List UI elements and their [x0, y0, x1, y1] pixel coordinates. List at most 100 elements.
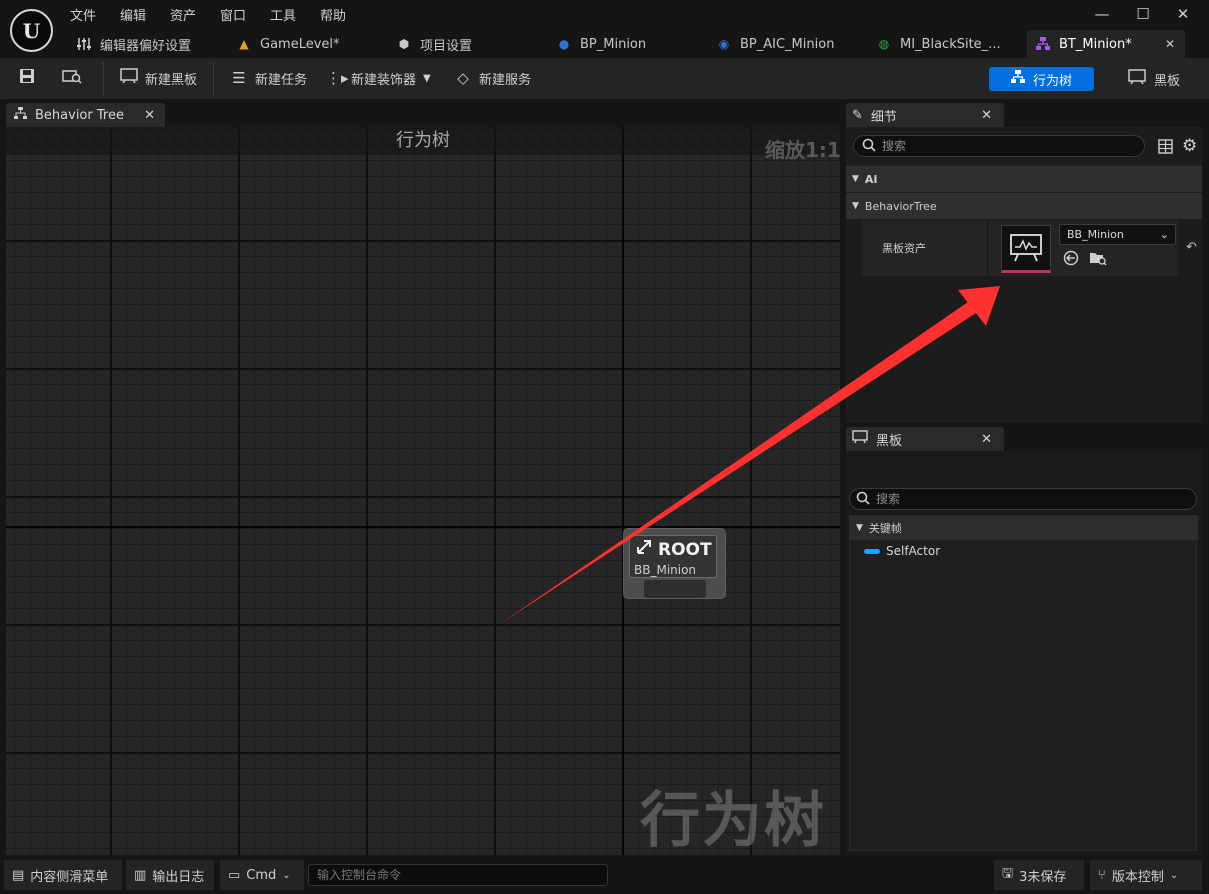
browse-folder-icon[interactable] [1089, 250, 1107, 270]
new-service-button[interactable]: ◇ 新建服务 [454, 66, 531, 90]
blackboard-category-label: 关键帧 [868, 522, 902, 535]
maximize-button[interactable]: ☐ [1128, 4, 1158, 24]
blackboard-search-input[interactable] [876, 492, 1116, 506]
unreal-logo-icon[interactable]: U [10, 9, 53, 52]
graph-canvas[interactable] [6, 127, 840, 855]
chevron-down-icon: ▼ [852, 174, 859, 184]
close-tab-icon[interactable]: ✕ [144, 108, 155, 123]
behavior-tree-mode-button[interactable]: 行为树 [989, 67, 1094, 91]
close-window-button[interactable]: ✕ [1168, 4, 1198, 24]
tab-bt-minion[interactable]: BT_Minion* ✕ [1027, 30, 1185, 58]
material-instance-icon: ◍ [878, 37, 890, 51]
blackboard-asset-combo[interactable]: BB_Minion ⌄ [1059, 224, 1176, 245]
source-control-button[interactable]: ⑂ 版本控制 ⌄ [1090, 860, 1202, 890]
object-key-type-icon [864, 548, 880, 554]
behavior-tree-icon [1010, 70, 1025, 88]
blackboard-category[interactable]: ▼ 关键帧 [850, 516, 1198, 540]
menu-asset[interactable]: 资产 [170, 5, 196, 24]
tab-bp-minion[interactable]: ● BP_Minion [548, 30, 708, 58]
chevron-down-icon: ▼ [856, 523, 863, 533]
blackboard-asset-icon [1010, 234, 1042, 262]
graph-title: 行为树 [6, 127, 840, 155]
reset-to-default-icon[interactable]: ↶ [1186, 240, 1197, 255]
tab-label: BT_Minion* [1059, 36, 1132, 52]
root-output-pin[interactable] [644, 580, 706, 598]
tab-label: BP_AIC_Minion [740, 36, 835, 52]
zoom-indicator: 缩放1:1 [765, 138, 841, 162]
category-behaviortree[interactable]: ▼ BehaviorTree [846, 193, 1202, 219]
service-icon: ◇ [457, 69, 469, 87]
output-log-button[interactable]: ▥ 输出日志 [126, 860, 214, 890]
blackboard-asset-property: 黑板资产 BB_Minion ⌄ [862, 220, 1178, 276]
minimize-button[interactable]: — [1087, 4, 1117, 24]
new-decorator-button[interactable]: ⋮▸ 新建装饰器 ▼ [326, 66, 431, 90]
behavior-tree-mode-label: 行为树 [1032, 73, 1072, 89]
property-divider[interactable] [987, 220, 988, 276]
sliders-icon [76, 36, 92, 52]
blackboard-key-list: ▼ 关键帧 SelfActor [849, 515, 1198, 851]
root-blackboard-label: BB_Minion [634, 563, 697, 577]
category-ai[interactable]: ▼ AI [846, 166, 1202, 192]
source-control-icon: ⑂ [1098, 867, 1106, 883]
tab-mi-blacksite[interactable]: ◍ MI_BlackSite_... [868, 30, 1026, 58]
close-tab-icon[interactable]: ✕ [981, 108, 992, 123]
blackboard-mode-button[interactable]: 黑板 [1114, 67, 1194, 91]
content-drawer-button[interactable]: ▤ 内容侧滑菜单 [4, 860, 122, 890]
console-command-input[interactable] [308, 864, 608, 886]
graph-tab-label: Behavior Tree [35, 107, 124, 123]
tab-behavior-tree-graph[interactable]: Behavior Tree ✕ [6, 103, 165, 127]
search-icon [862, 138, 876, 155]
unsaved-button[interactable]: 🖫 3未保存 [994, 860, 1084, 890]
blackboard-asset-value: BB_Minion [1067, 228, 1124, 241]
root-node-header: ROOT BB_Minion [629, 535, 717, 578]
pencil-icon: ✎ [852, 107, 863, 123]
tab-bp-aic-minion[interactable]: ◉ BP_AIC_Minion [708, 30, 868, 58]
save-icon: 🖫 [1002, 866, 1014, 881]
task-list-icon: ☰ [232, 69, 246, 87]
terminal-icon: ▭ [228, 867, 241, 883]
chevron-down-icon: ▼ [423, 72, 431, 84]
cmd-dropdown[interactable]: ▭ Cmd ⌄ [220, 860, 304, 890]
toolbar-separator [103, 62, 104, 96]
blackboard-search[interactable] [849, 488, 1197, 510]
details-search-input[interactable] [882, 139, 1122, 153]
menu-tools[interactable]: 工具 [270, 5, 296, 24]
new-task-button[interactable]: ☰ 新建任务 [230, 66, 307, 90]
tab-editor-preferences[interactable]: 编辑器偏好设置 [68, 30, 228, 58]
chevron-down-icon: ▼ [852, 201, 859, 211]
new-service-label: 新建服务 [479, 72, 532, 88]
cube-gear-icon: ⬢ [398, 37, 410, 51]
browse-asset-button[interactable] [62, 66, 82, 90]
chevron-down-icon: ⌄ [282, 869, 291, 881]
tab-details[interactable]: ✎ 细节 ✕ [846, 103, 1004, 127]
graph-origin-vertical [622, 127, 624, 855]
menu-window[interactable]: 窗口 [220, 5, 246, 24]
menu-edit[interactable]: 编辑 [120, 5, 146, 24]
output-log-icon: ▥ [134, 867, 147, 883]
decorator-icon: ⋮▸ [326, 69, 349, 87]
new-blackboard-button[interactable]: 新建黑板 [120, 66, 197, 90]
save-button[interactable] [18, 66, 36, 90]
tab-label: 项目设置 [420, 38, 473, 54]
root-node[interactable]: ROOT BB_Minion [623, 528, 726, 599]
source-control-label: 版本控制 [1111, 869, 1164, 885]
unsaved-label: 3未保存 [1019, 869, 1067, 885]
menu-file[interactable]: 文件 [70, 5, 96, 24]
grid-view-icon[interactable] [1158, 139, 1173, 158]
menu-help[interactable]: 帮助 [320, 5, 346, 24]
settings-gear-icon[interactable]: ⚙ [1182, 136, 1197, 156]
cmd-label: Cmd [246, 867, 277, 883]
tab-blackboard[interactable]: 黑板 ✕ [846, 427, 1004, 451]
details-search[interactable] [853, 135, 1145, 157]
blackboard-asset-thumbnail[interactable] [1001, 225, 1051, 273]
blackboard-key-selfactor[interactable]: SelfActor [864, 544, 940, 558]
blackboard-asset-label: 黑板资产 [882, 242, 926, 255]
close-tab-icon[interactable]: ✕ [981, 432, 992, 447]
close-tab-icon[interactable]: ✕ [1165, 37, 1175, 51]
chevron-down-icon: ⌄ [1169, 869, 1179, 881]
tab-project-settings[interactable]: ⬢ 项目设置 [388, 30, 548, 58]
tab-gamelevel[interactable]: ▲ GameLevel* [228, 30, 388, 58]
new-task-label: 新建任务 [255, 72, 308, 88]
root-title-text: ROOT [658, 539, 712, 560]
use-selected-arrow-icon[interactable] [1063, 250, 1079, 270]
